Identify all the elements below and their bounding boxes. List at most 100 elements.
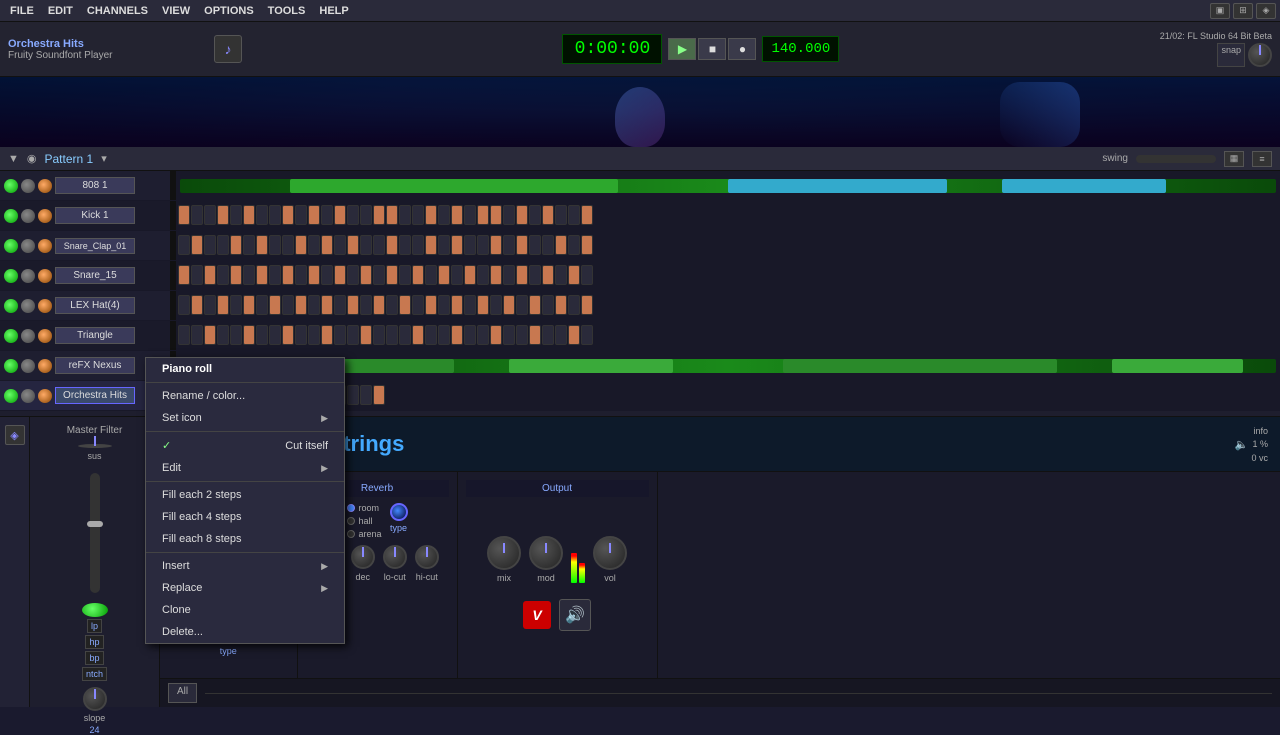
step[interactable] bbox=[269, 295, 281, 315]
step[interactable] bbox=[295, 205, 307, 225]
step[interactable] bbox=[568, 265, 580, 285]
step[interactable] bbox=[438, 325, 450, 345]
step[interactable] bbox=[490, 205, 502, 225]
reverb-room-radio[interactable] bbox=[347, 504, 355, 512]
step[interactable] bbox=[282, 235, 294, 255]
ch-mute-sc[interactable] bbox=[21, 239, 35, 253]
step[interactable] bbox=[204, 205, 216, 225]
pattern-dropdown[interactable]: ▾ bbox=[101, 152, 107, 165]
ch-mute-tri[interactable] bbox=[21, 329, 35, 343]
step[interactable] bbox=[334, 205, 346, 225]
step[interactable] bbox=[477, 295, 489, 315]
step[interactable] bbox=[321, 295, 333, 315]
step[interactable] bbox=[438, 205, 450, 225]
step[interactable] bbox=[347, 385, 359, 405]
speaker-btn[interactable]: 🔊 bbox=[559, 599, 591, 631]
step[interactable] bbox=[503, 325, 515, 345]
step[interactable] bbox=[425, 325, 437, 345]
ch-active-s15[interactable] bbox=[4, 269, 18, 283]
step[interactable] bbox=[555, 265, 567, 285]
filter-on-btn[interactable] bbox=[82, 603, 108, 617]
step[interactable] bbox=[230, 325, 242, 345]
step[interactable] bbox=[568, 235, 580, 255]
step[interactable] bbox=[243, 205, 255, 225]
step[interactable] bbox=[386, 205, 398, 225]
ctx-clone[interactable]: Clone bbox=[146, 599, 344, 621]
step[interactable] bbox=[451, 205, 463, 225]
step[interactable] bbox=[464, 295, 476, 315]
step[interactable] bbox=[568, 325, 580, 345]
step[interactable] bbox=[503, 235, 515, 255]
step[interactable] bbox=[191, 295, 203, 315]
step[interactable] bbox=[451, 325, 463, 345]
ch-mute-lh[interactable] bbox=[21, 299, 35, 313]
vol-slider-thumb[interactable] bbox=[87, 521, 103, 527]
ch-solo-tri[interactable] bbox=[38, 329, 52, 343]
output-mix-knob[interactable] bbox=[487, 536, 521, 570]
ctx-set-icon[interactable]: Set icon bbox=[146, 407, 344, 429]
step[interactable] bbox=[529, 325, 541, 345]
swing-slider[interactable] bbox=[1136, 155, 1216, 163]
step[interactable] bbox=[386, 295, 398, 315]
step[interactable] bbox=[321, 235, 333, 255]
step[interactable] bbox=[555, 295, 567, 315]
step[interactable] bbox=[360, 295, 372, 315]
plugin-icon[interactable]: ♪ bbox=[214, 35, 242, 63]
step[interactable] bbox=[464, 265, 476, 285]
sidebar-icon-1[interactable]: ◈ bbox=[5, 425, 25, 445]
ch-name-kick[interactable]: Kick 1 bbox=[55, 207, 135, 224]
step[interactable] bbox=[334, 235, 346, 255]
step[interactable] bbox=[451, 235, 463, 255]
ch-active-kick[interactable] bbox=[4, 209, 18, 223]
step[interactable] bbox=[178, 235, 190, 255]
ch-solo-kick[interactable] bbox=[38, 209, 52, 223]
step[interactable] bbox=[191, 235, 203, 255]
filter-type-bp[interactable]: bp bbox=[85, 651, 103, 665]
ch-name-orchestra[interactable]: Orchestra Hits bbox=[55, 387, 135, 404]
step[interactable] bbox=[425, 235, 437, 255]
step[interactable] bbox=[321, 325, 333, 345]
step[interactable] bbox=[555, 325, 567, 345]
reverb-arena-radio[interactable] bbox=[347, 530, 355, 538]
ctx-insert[interactable]: Insert bbox=[146, 555, 344, 577]
step[interactable] bbox=[490, 295, 502, 315]
step[interactable] bbox=[178, 265, 190, 285]
step[interactable] bbox=[542, 325, 554, 345]
ctx-fill-8steps[interactable]: Fill each 8 steps bbox=[146, 528, 344, 550]
step[interactable] bbox=[360, 235, 372, 255]
step[interactable] bbox=[373, 325, 385, 345]
step[interactable] bbox=[295, 235, 307, 255]
step[interactable] bbox=[516, 235, 528, 255]
snap-display[interactable]: snap bbox=[1217, 43, 1245, 67]
step[interactable] bbox=[386, 235, 398, 255]
step[interactable] bbox=[347, 235, 359, 255]
step[interactable] bbox=[282, 325, 294, 345]
step[interactable] bbox=[334, 325, 346, 345]
step[interactable] bbox=[282, 205, 294, 225]
step[interactable] bbox=[178, 325, 190, 345]
ctx-delete[interactable]: Delete... bbox=[146, 621, 344, 643]
step[interactable] bbox=[360, 325, 372, 345]
menu-help[interactable]: HELP bbox=[313, 3, 354, 19]
ctx-piano-roll[interactable]: Piano roll bbox=[146, 358, 344, 380]
menu-options[interactable]: OPTIONS bbox=[198, 3, 260, 19]
step[interactable] bbox=[529, 265, 541, 285]
step[interactable] bbox=[217, 325, 229, 345]
step[interactable] bbox=[308, 295, 320, 315]
ch-name-808[interactable]: 808 1 bbox=[55, 177, 135, 194]
toolbar-icon-3[interactable]: ◈ bbox=[1256, 3, 1276, 19]
step[interactable] bbox=[347, 325, 359, 345]
reverb-hicut-knob[interactable] bbox=[415, 545, 439, 569]
ch-solo-808[interactable] bbox=[38, 179, 52, 193]
step[interactable] bbox=[230, 295, 242, 315]
step[interactable] bbox=[464, 325, 476, 345]
step[interactable] bbox=[204, 325, 216, 345]
step[interactable] bbox=[477, 205, 489, 225]
step[interactable] bbox=[269, 265, 281, 285]
step[interactable] bbox=[581, 265, 593, 285]
step[interactable] bbox=[256, 235, 268, 255]
ch-name-tri[interactable]: Triangle bbox=[55, 327, 135, 344]
filter-type-ntch[interactable]: ntch bbox=[82, 667, 107, 681]
step[interactable] bbox=[490, 235, 502, 255]
all-filter-select[interactable]: All bbox=[168, 683, 197, 703]
